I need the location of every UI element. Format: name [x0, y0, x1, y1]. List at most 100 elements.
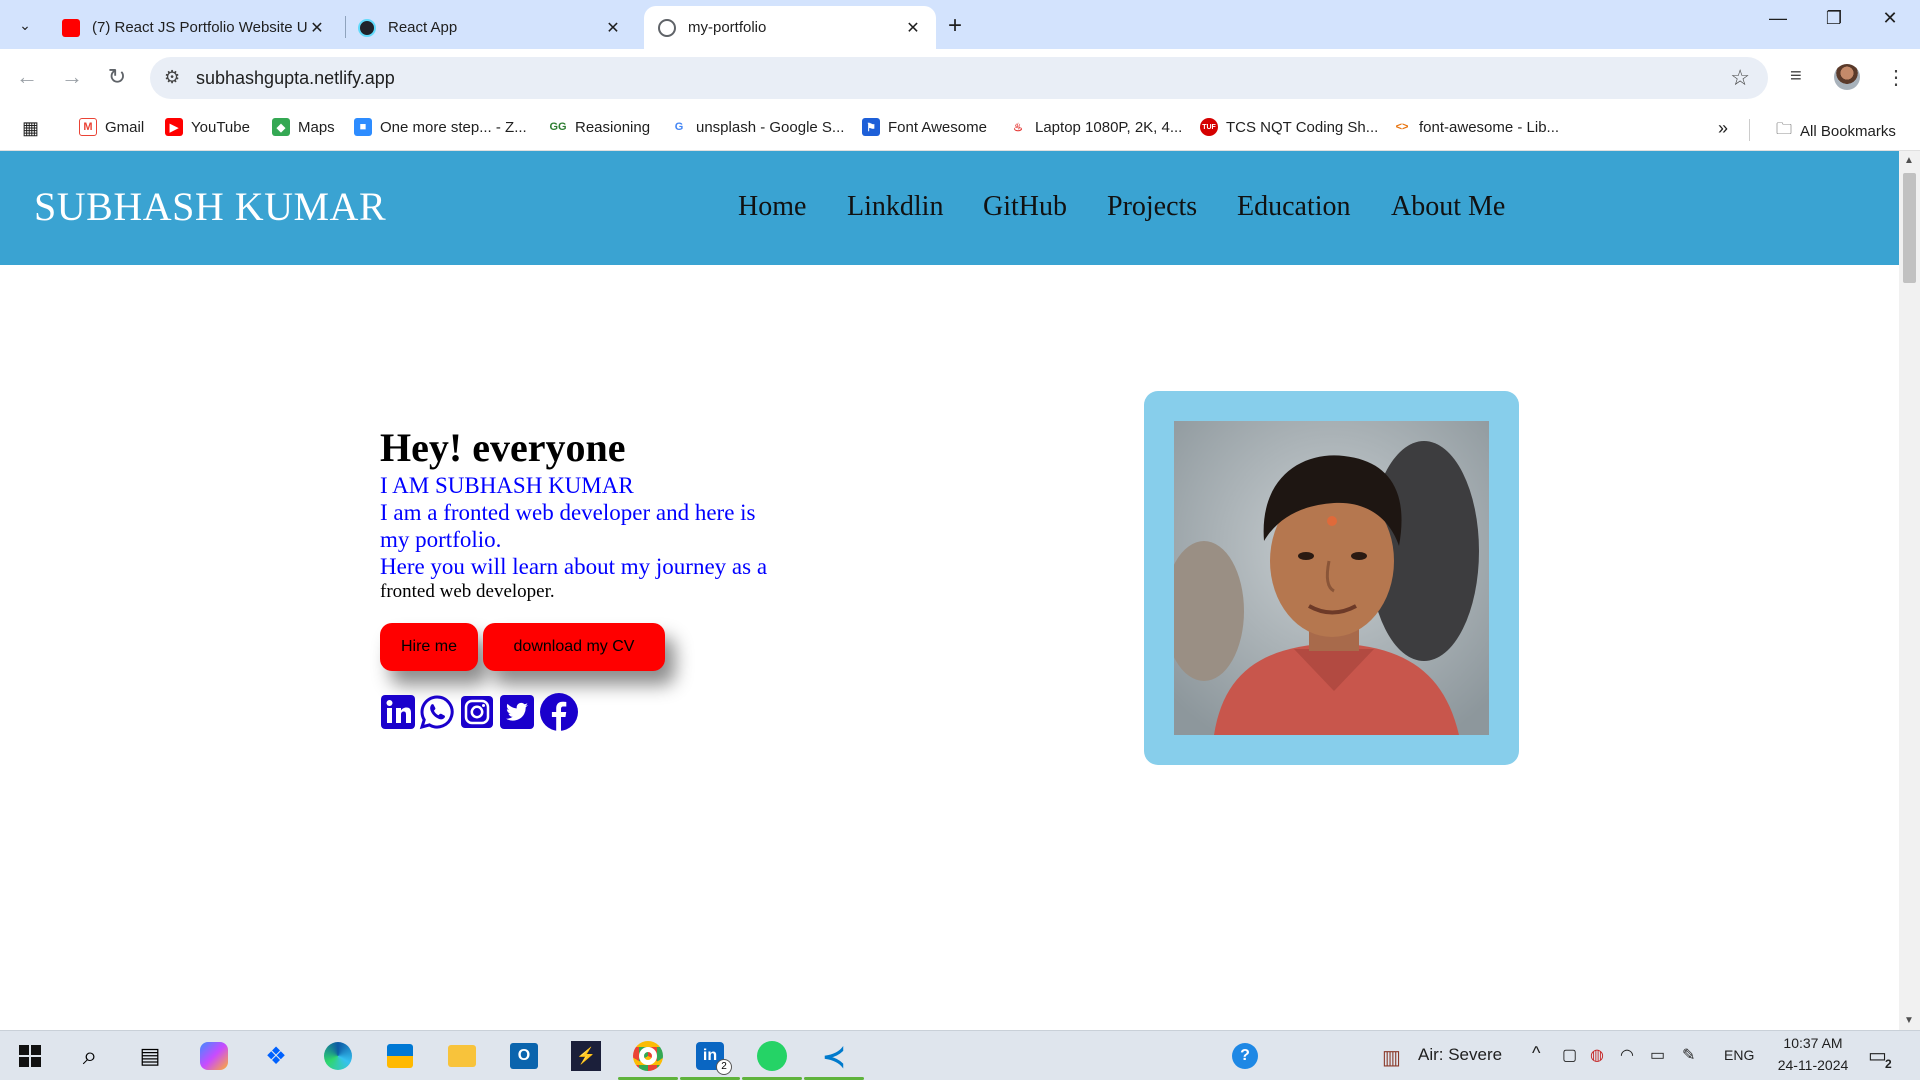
- scroll-down-icon[interactable]: ▼: [1904, 1015, 1914, 1026]
- hero-intro-line: Here you will learn about my journey as …: [380, 554, 768, 579]
- weather-status[interactable]: Air: Severe: [1418, 1045, 1502, 1065]
- task-view-icon[interactable]: ▤: [132, 1039, 168, 1073]
- close-icon[interactable]: ✕: [604, 18, 622, 38]
- bookmark-star-icon[interactable]: ☆: [1730, 65, 1750, 91]
- bookmark-label: font-awesome - Lib...: [1419, 118, 1560, 136]
- meet-icon[interactable]: ▢: [1562, 1045, 1577, 1065]
- forward-arrow-icon[interactable]: →: [57, 64, 87, 90]
- menu-icon[interactable]: ⋮: [1886, 65, 1906, 90]
- site-info-icon[interactable]: ⚙: [164, 67, 180, 88]
- back-arrow-icon[interactable]: ←: [12, 64, 42, 90]
- search-icon[interactable]: ⌕: [72, 1039, 108, 1073]
- chrome-icon[interactable]: [630, 1039, 666, 1073]
- flag-icon: ⚑: [862, 118, 880, 136]
- apps-grid-icon[interactable]: ▦: [22, 118, 39, 139]
- whatsapp-taskbar-icon[interactable]: [754, 1039, 790, 1073]
- flame-icon: ♨: [1009, 118, 1027, 136]
- linkedin-icon[interactable]: [380, 694, 416, 730]
- url-text[interactable]: subhashgupta.netlify.app: [196, 68, 395, 89]
- tab-react-app[interactable]: React App ✕: [344, 6, 636, 49]
- all-bookmarks[interactable]: 🗀 All Bookmarks: [1776, 118, 1896, 145]
- bookmark-tcs[interactable]: TUF TCS NQT Coding Sh...: [1200, 118, 1378, 136]
- store-icon[interactable]: [382, 1039, 418, 1073]
- security-icon[interactable]: ◍: [1590, 1045, 1604, 1065]
- language-indicator[interactable]: ENG: [1724, 1047, 1754, 1063]
- twitter-icon[interactable]: [499, 694, 535, 730]
- bookmark-label: All Bookmarks: [1800, 123, 1896, 140]
- close-icon[interactable]: ✕: [308, 18, 326, 38]
- window-close-button[interactable]: ✕: [1862, 8, 1918, 29]
- nav-github[interactable]: GitHub: [983, 191, 1067, 223]
- media-control-icon[interactable]: ≡: [1790, 65, 1802, 88]
- nav-education[interactable]: Education: [1237, 191, 1351, 223]
- nav-home[interactable]: Home: [738, 191, 806, 223]
- browser-toolbar: ← → ↻ ⚙ subhashgupta.netlify.app ☆ ≡ ⋮: [0, 49, 1920, 107]
- chevron-up-icon[interactable]: ^: [1532, 1043, 1540, 1064]
- restore-button[interactable]: ❐: [1806, 8, 1862, 29]
- clock-time[interactable]: 10:37 AM: [1778, 1035, 1848, 1051]
- help-icon[interactable]: ?: [1227, 1039, 1263, 1073]
- linkedin-taskbar-icon[interactable]: in 2: [692, 1039, 732, 1075]
- bookmark-font-awesome[interactable]: ⚑ Font Awesome: [862, 118, 987, 136]
- profile-photo: [1174, 421, 1489, 735]
- bookmark-unsplash[interactable]: Gunsplash - Google S...: [670, 118, 844, 136]
- copilot-icon[interactable]: [196, 1039, 232, 1073]
- nav-projects[interactable]: Projects: [1107, 191, 1197, 223]
- nav-linkedin[interactable]: Linkdlin: [847, 191, 943, 223]
- bookmark-maps[interactable]: ◆ Maps: [272, 118, 335, 136]
- file-explorer-icon[interactable]: [444, 1039, 480, 1073]
- youtube-icon: ▶: [165, 118, 183, 136]
- scroll-up-icon[interactable]: ▲: [1904, 155, 1914, 166]
- notification-count: 2: [1885, 1057, 1892, 1071]
- hire-me-button[interactable]: Hire me: [380, 623, 478, 671]
- edge-icon[interactable]: [320, 1039, 356, 1073]
- bookmark-label: unsplash - Google S...: [696, 118, 845, 136]
- zoom-icon: ■: [354, 118, 372, 136]
- reload-icon[interactable]: ↻: [102, 64, 132, 90]
- address-bar[interactable]: ⚙ subhashgupta.netlify.app ☆: [150, 57, 1768, 99]
- instagram-icon[interactable]: [459, 694, 495, 730]
- hero-intro-line: fronted web developer.: [380, 581, 555, 602]
- bookmark-gmail[interactable]: M Gmail: [79, 118, 144, 136]
- page-scrollbar[interactable]: ▲ ▼: [1899, 151, 1920, 1030]
- bookmark-font-awesome-lib[interactable]: <> font-awesome - Lib...: [1393, 118, 1559, 136]
- pen-icon[interactable]: ✎: [1682, 1045, 1695, 1065]
- outlook-icon[interactable]: O: [506, 1039, 542, 1073]
- minimize-button[interactable]: —: [1750, 8, 1806, 29]
- profile-photo-frame: [1144, 391, 1519, 765]
- nav-about-me[interactable]: About Me: [1391, 191, 1505, 223]
- vscode-icon[interactable]: ≺: [816, 1039, 852, 1073]
- tab-search-button[interactable]: ⌄: [12, 12, 38, 38]
- dropbox-icon[interactable]: ❖: [258, 1039, 294, 1073]
- tab-my-portfolio[interactable]: my-portfolio ✕: [644, 6, 936, 49]
- site-brand[interactable]: SUBHASH KUMAR: [34, 183, 386, 230]
- youtube-icon: [62, 18, 80, 37]
- bookmark-reasioning[interactable]: GG Reasioning: [549, 118, 650, 136]
- bookmark-laptop[interactable]: ♨ Laptop 1080P, 2K, 4...: [1009, 118, 1182, 136]
- tab-title: my-portfolio: [688, 19, 767, 36]
- tab-youtube[interactable]: (7) React JS Portfolio Website U ✕: [48, 6, 340, 49]
- hero-greeting: Hey! everyone: [380, 425, 626, 470]
- code-icon: <>: [1393, 118, 1411, 136]
- battery-icon[interactable]: ▭: [1650, 1045, 1665, 1065]
- bookmark-zoom[interactable]: ■ One more step... - Z...: [354, 118, 527, 136]
- new-tab-button[interactable]: +: [948, 12, 962, 40]
- hero-intro-line: I am a fronted web developer and here is: [380, 500, 756, 525]
- scroll-thumb[interactable]: [1903, 173, 1916, 283]
- wifi-icon[interactable]: ◠: [1620, 1045, 1634, 1065]
- bookmark-label: Reasioning: [575, 118, 651, 136]
- visual-studio-icon[interactable]: ⚡: [568, 1039, 604, 1073]
- profile-avatar[interactable]: [1834, 64, 1860, 90]
- hero-name: I AM SUBHASH KUMAR: [380, 473, 634, 498]
- bookmark-youtube[interactable]: ▶ YouTube: [165, 118, 250, 136]
- facebook-icon[interactable]: [539, 692, 579, 732]
- bookmark-label: Gmail: [105, 118, 145, 136]
- clock-date[interactable]: 24-11-2024: [1770, 1057, 1856, 1073]
- whatsapp-icon[interactable]: [419, 694, 455, 730]
- close-icon[interactable]: ✕: [904, 18, 922, 38]
- maps-icon: ◆: [272, 118, 290, 136]
- windows-start-icon[interactable]: [12, 1039, 48, 1073]
- download-cv-button[interactable]: download my CV: [483, 623, 665, 671]
- more-bookmarks-icon[interactable]: »: [1718, 118, 1728, 139]
- globe-icon: [658, 18, 676, 37]
